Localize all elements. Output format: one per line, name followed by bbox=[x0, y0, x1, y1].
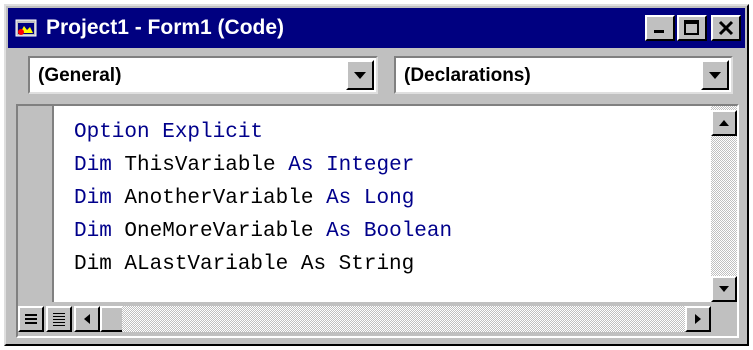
code-token: ThisVariable bbox=[111, 154, 289, 177]
code-keyword: Option Explicit bbox=[74, 121, 264, 144]
code-token: AnotherVariable bbox=[111, 187, 327, 210]
arrow-left-icon bbox=[84, 314, 90, 324]
code-text[interactable]: Option Explicit Dim ThisVariable As Integ… bbox=[74, 116, 452, 281]
window-title: Project1 - Form1 (Code) bbox=[46, 16, 285, 39]
vertical-scrollbar[interactable] bbox=[711, 106, 737, 302]
scroll-right-button[interactable] bbox=[685, 306, 711, 332]
scroll-down-button[interactable] bbox=[711, 276, 737, 302]
procedure-combo-value: (Declarations) bbox=[404, 65, 531, 86]
code-keyword: As bbox=[326, 187, 352, 210]
horizontal-scroll-thumb[interactable] bbox=[100, 306, 124, 332]
minimize-button[interactable] bbox=[645, 15, 675, 41]
procedure-view-button[interactable] bbox=[18, 306, 44, 332]
procedure-view-icon bbox=[25, 314, 37, 324]
code-line[interactable]: Dim ALastVariable As String bbox=[74, 248, 452, 281]
code-line[interactable]: Dim AnotherVariable As Long bbox=[74, 182, 452, 215]
arrow-down-icon bbox=[719, 286, 729, 292]
size-grip[interactable] bbox=[711, 302, 737, 336]
code-token: OneMoreVariable bbox=[111, 220, 327, 243]
close-button[interactable] bbox=[711, 15, 741, 41]
object-combo[interactable]: (General) bbox=[28, 56, 378, 94]
full-module-view-button[interactable] bbox=[46, 306, 72, 332]
code-keyword: Dim bbox=[74, 187, 112, 210]
arrow-up-icon bbox=[719, 120, 729, 126]
code-editor[interactable]: Option Explicit Dim ThisVariable As Integ… bbox=[16, 104, 739, 338]
code-keyword: As bbox=[288, 154, 314, 177]
object-combo-value: (General) bbox=[38, 65, 122, 86]
title-bar[interactable]: Project1 - Form1 (Code) bbox=[8, 8, 745, 48]
code-line[interactable]: Dim OneMoreVariable As Boolean bbox=[74, 215, 452, 248]
minimize-icon bbox=[654, 30, 664, 33]
code-keyword: As bbox=[326, 220, 352, 243]
code-keyword: Dim bbox=[74, 154, 112, 177]
code-line[interactable]: Option Explicit bbox=[74, 116, 452, 149]
full-module-view-icon bbox=[53, 313, 65, 326]
code-keyword: Long bbox=[363, 187, 415, 210]
maximize-button[interactable] bbox=[677, 15, 707, 41]
procedure-combo[interactable]: (Declarations) bbox=[394, 56, 733, 94]
chevron-down-icon bbox=[709, 72, 721, 79]
code-token: Dim ALastVariable As String bbox=[74, 253, 415, 276]
procedure-combo-dropdown-button[interactable] bbox=[701, 60, 729, 90]
project-icon[interactable] bbox=[14, 16, 38, 40]
code-keyword: Boolean bbox=[363, 220, 453, 243]
close-icon bbox=[718, 20, 734, 36]
chevron-down-icon bbox=[354, 72, 366, 79]
code-keyword: Integer bbox=[326, 154, 415, 177]
code-margin[interactable] bbox=[18, 106, 54, 302]
code-line[interactable]: Dim ThisVariable As Integer bbox=[74, 149, 452, 182]
arrow-right-icon bbox=[695, 314, 701, 324]
horizontal-scrollbar[interactable] bbox=[122, 306, 711, 332]
scroll-left-button[interactable] bbox=[74, 306, 100, 332]
scroll-up-button[interactable] bbox=[711, 110, 737, 136]
code-window: Project1 - Form1 (Code) (General) (Decla… bbox=[4, 4, 749, 346]
object-combo-dropdown-button[interactable] bbox=[346, 60, 374, 90]
maximize-icon bbox=[684, 20, 699, 35]
code-keyword: Dim bbox=[74, 220, 112, 243]
